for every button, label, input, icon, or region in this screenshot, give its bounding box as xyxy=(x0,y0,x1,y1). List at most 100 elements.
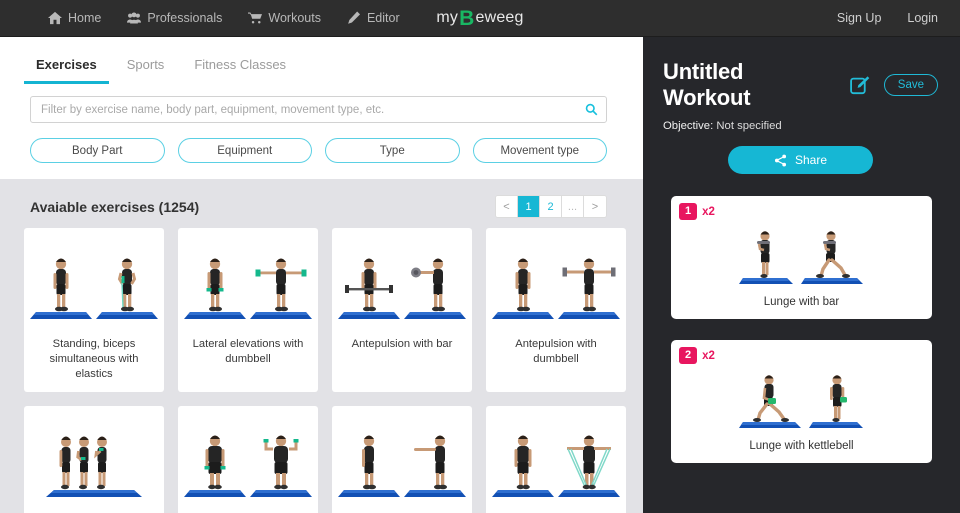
figure-lateral-dumbbell-b xyxy=(250,258,312,319)
workout-title-row: Untitled Workout Save xyxy=(663,59,938,111)
exercise-thumbnail xyxy=(492,414,620,506)
filter-pill-type[interactable]: Type xyxy=(325,138,460,163)
workout-item-reps: x2 xyxy=(702,205,715,218)
nav-label-editor: Editor xyxy=(366,11,400,25)
workout-objective: Objective: Not specified xyxy=(663,120,938,132)
nav-item-home[interactable]: Home xyxy=(48,11,101,25)
filter-pill-body-part[interactable]: Body Part xyxy=(30,138,165,163)
tab-exercises[interactable]: Exercises xyxy=(24,49,109,84)
exercise-card[interactable]: Lateral elevations with dumbbell xyxy=(178,228,318,393)
exercise-card[interactable]: Antepulsion Arms xyxy=(332,406,472,513)
workout-item-badges: 2 x2 xyxy=(679,347,924,364)
exercise-thumbnail xyxy=(184,236,312,328)
tab-sports[interactable]: Sports xyxy=(115,49,177,84)
filter-pill-movement-type-label: Movement type xyxy=(500,144,580,157)
body-wrapper: Exercises Sports Fitness Classes Filter … xyxy=(0,37,960,513)
results-title: Avaiable exercises (1254) xyxy=(30,198,200,215)
brand-suffix: eweeg xyxy=(475,9,524,26)
exercise-label: Antepulsion with dumbbell xyxy=(515,338,597,366)
exercise-thumbnail xyxy=(30,236,158,328)
nav-label-home: Home xyxy=(68,11,102,25)
exercise-label: Lateral elevations with dumbbell xyxy=(192,338,304,366)
nav-item-professionals[interactable]: Professionals xyxy=(127,11,222,25)
exercise-browser-pane: Exercises Sports Fitness Classes Filter … xyxy=(0,37,643,513)
search-input[interactable] xyxy=(41,103,585,116)
figure-curl-biceps xyxy=(46,436,142,498)
figure-antepulsion-bar-b xyxy=(404,258,466,319)
results-section: Avaiable exercises (1254) < 1 2 ... > St… xyxy=(0,179,643,513)
figure-elastics-biceps-a xyxy=(30,258,92,319)
brand-prefix: my xyxy=(436,9,459,26)
filter-pill-equipment-label: Equipment xyxy=(217,144,273,157)
figure-antepulsion-bar-a xyxy=(338,258,400,319)
exercise-thumbnail xyxy=(338,414,466,506)
workout-items-list: 1 x2 Lunge with bar 2 x2 Lunge with kett… xyxy=(643,174,960,463)
filter-pill-equipment[interactable]: Equipment xyxy=(177,138,312,163)
save-workout-button[interactable]: Save xyxy=(883,74,938,96)
workout-item-card[interactable]: 1 x2 Lunge with bar xyxy=(671,196,932,319)
home-icon xyxy=(48,11,62,25)
figure-antepulsion-dumbbell-b xyxy=(558,258,620,319)
search-row xyxy=(0,84,643,123)
exercise-thumbnail xyxy=(338,236,466,328)
cart-icon xyxy=(248,12,263,24)
pagination-prev[interactable]: < xyxy=(496,196,518,217)
figure-antepulsion-arms-b xyxy=(404,435,466,498)
workout-item-number: 2 xyxy=(679,347,698,364)
exercise-card[interactable]: Lateral elevations with elastics xyxy=(486,406,626,513)
workout-objective-value: Not specified xyxy=(716,120,782,132)
figure-lateral-dumbbell-a xyxy=(184,258,246,319)
share-row: Share xyxy=(663,146,938,174)
pagination-page-2[interactable]: 2 xyxy=(540,196,562,217)
filter-pill-type-label: Type xyxy=(379,144,405,157)
exercise-card[interactable]: Standing, biceps simultaneous with elast… xyxy=(24,228,164,393)
share-button[interactable]: Share xyxy=(727,146,874,174)
exercise-card[interactable]: Curl Biceps xyxy=(24,406,164,513)
save-workout-label: Save xyxy=(897,79,924,91)
exercise-label: Antepulsion with bar xyxy=(351,338,453,350)
exercise-label: Standing, biceps simultaneous with elast… xyxy=(49,338,139,381)
edit-workout-button[interactable] xyxy=(849,75,870,95)
exercise-card[interactable]: Antepulsion with bar xyxy=(332,228,472,393)
workout-header: Untitled Workout Save Objective: Not spe… xyxy=(643,37,960,174)
workout-item-badges: 1 x2 xyxy=(679,203,924,220)
workout-item-thumbnail xyxy=(679,220,924,296)
workout-item-card[interactable]: 2 x2 Lunge with kettlebell xyxy=(671,340,932,463)
filter-block: Exercises Sports Fitness Classes Filter … xyxy=(0,37,643,179)
signup-link[interactable]: Sign Up xyxy=(837,11,881,25)
pagination-page-1[interactable]: 1 xyxy=(518,196,540,217)
workout-builder-pane: Untitled Workout Save Objective: Not spe… xyxy=(643,37,960,513)
exercise-thumbnail xyxy=(30,414,158,506)
figure-antepulsion-arms-a xyxy=(338,435,400,498)
filter-pill-group: Body Part Equipment Type Movement type xyxy=(0,123,643,163)
search-box[interactable] xyxy=(30,96,607,123)
filter-pill-body-part-label: Body Part xyxy=(72,144,123,157)
login-link[interactable]: Login xyxy=(907,11,938,25)
search-icon[interactable] xyxy=(585,103,598,116)
workout-item-reps: x2 xyxy=(702,349,715,362)
exercise-card[interactable]: Antepulsion with dumbbell xyxy=(486,228,626,393)
brand-logo[interactable]: my B eweeg xyxy=(436,8,523,29)
share-icon xyxy=(774,154,787,166)
figure-lunge-kettlebell-a xyxy=(738,375,801,428)
figure-butterfly-dumbbell-a xyxy=(184,435,246,498)
pagination-next[interactable]: > xyxy=(584,196,606,217)
main-nav: Home Professionals Workouts Editor xyxy=(48,11,400,25)
workout-item-label: Lunge with kettlebell xyxy=(749,440,854,452)
tab-fitness-classes[interactable]: Fitness Classes xyxy=(182,49,298,84)
exercise-card[interactable]: Butterfly with dumbbell xyxy=(178,406,318,513)
tab-sports-label: Sports xyxy=(126,57,165,72)
figure-antepulsion-dumbbell-a xyxy=(492,258,554,319)
exercise-thumbnail xyxy=(492,236,620,328)
nav-label-professionals: Professionals xyxy=(147,11,223,25)
pagination-ellipsis: ... xyxy=(562,196,584,217)
figure-lunge-bar-a xyxy=(738,231,793,284)
nav-label-workouts: Workouts xyxy=(268,11,321,25)
auth-nav: Sign Up Login xyxy=(837,11,938,25)
nav-item-workouts[interactable]: Workouts xyxy=(248,11,321,25)
nav-item-editor[interactable]: Editor xyxy=(347,11,400,25)
figure-lunge-kettlebell-b xyxy=(808,375,863,428)
exercise-grid: Standing, biceps simultaneous with elast… xyxy=(0,228,643,513)
filter-pill-movement-type[interactable]: Movement type xyxy=(472,138,607,163)
results-header: Avaiable exercises (1254) < 1 2 ... > xyxy=(0,179,643,228)
